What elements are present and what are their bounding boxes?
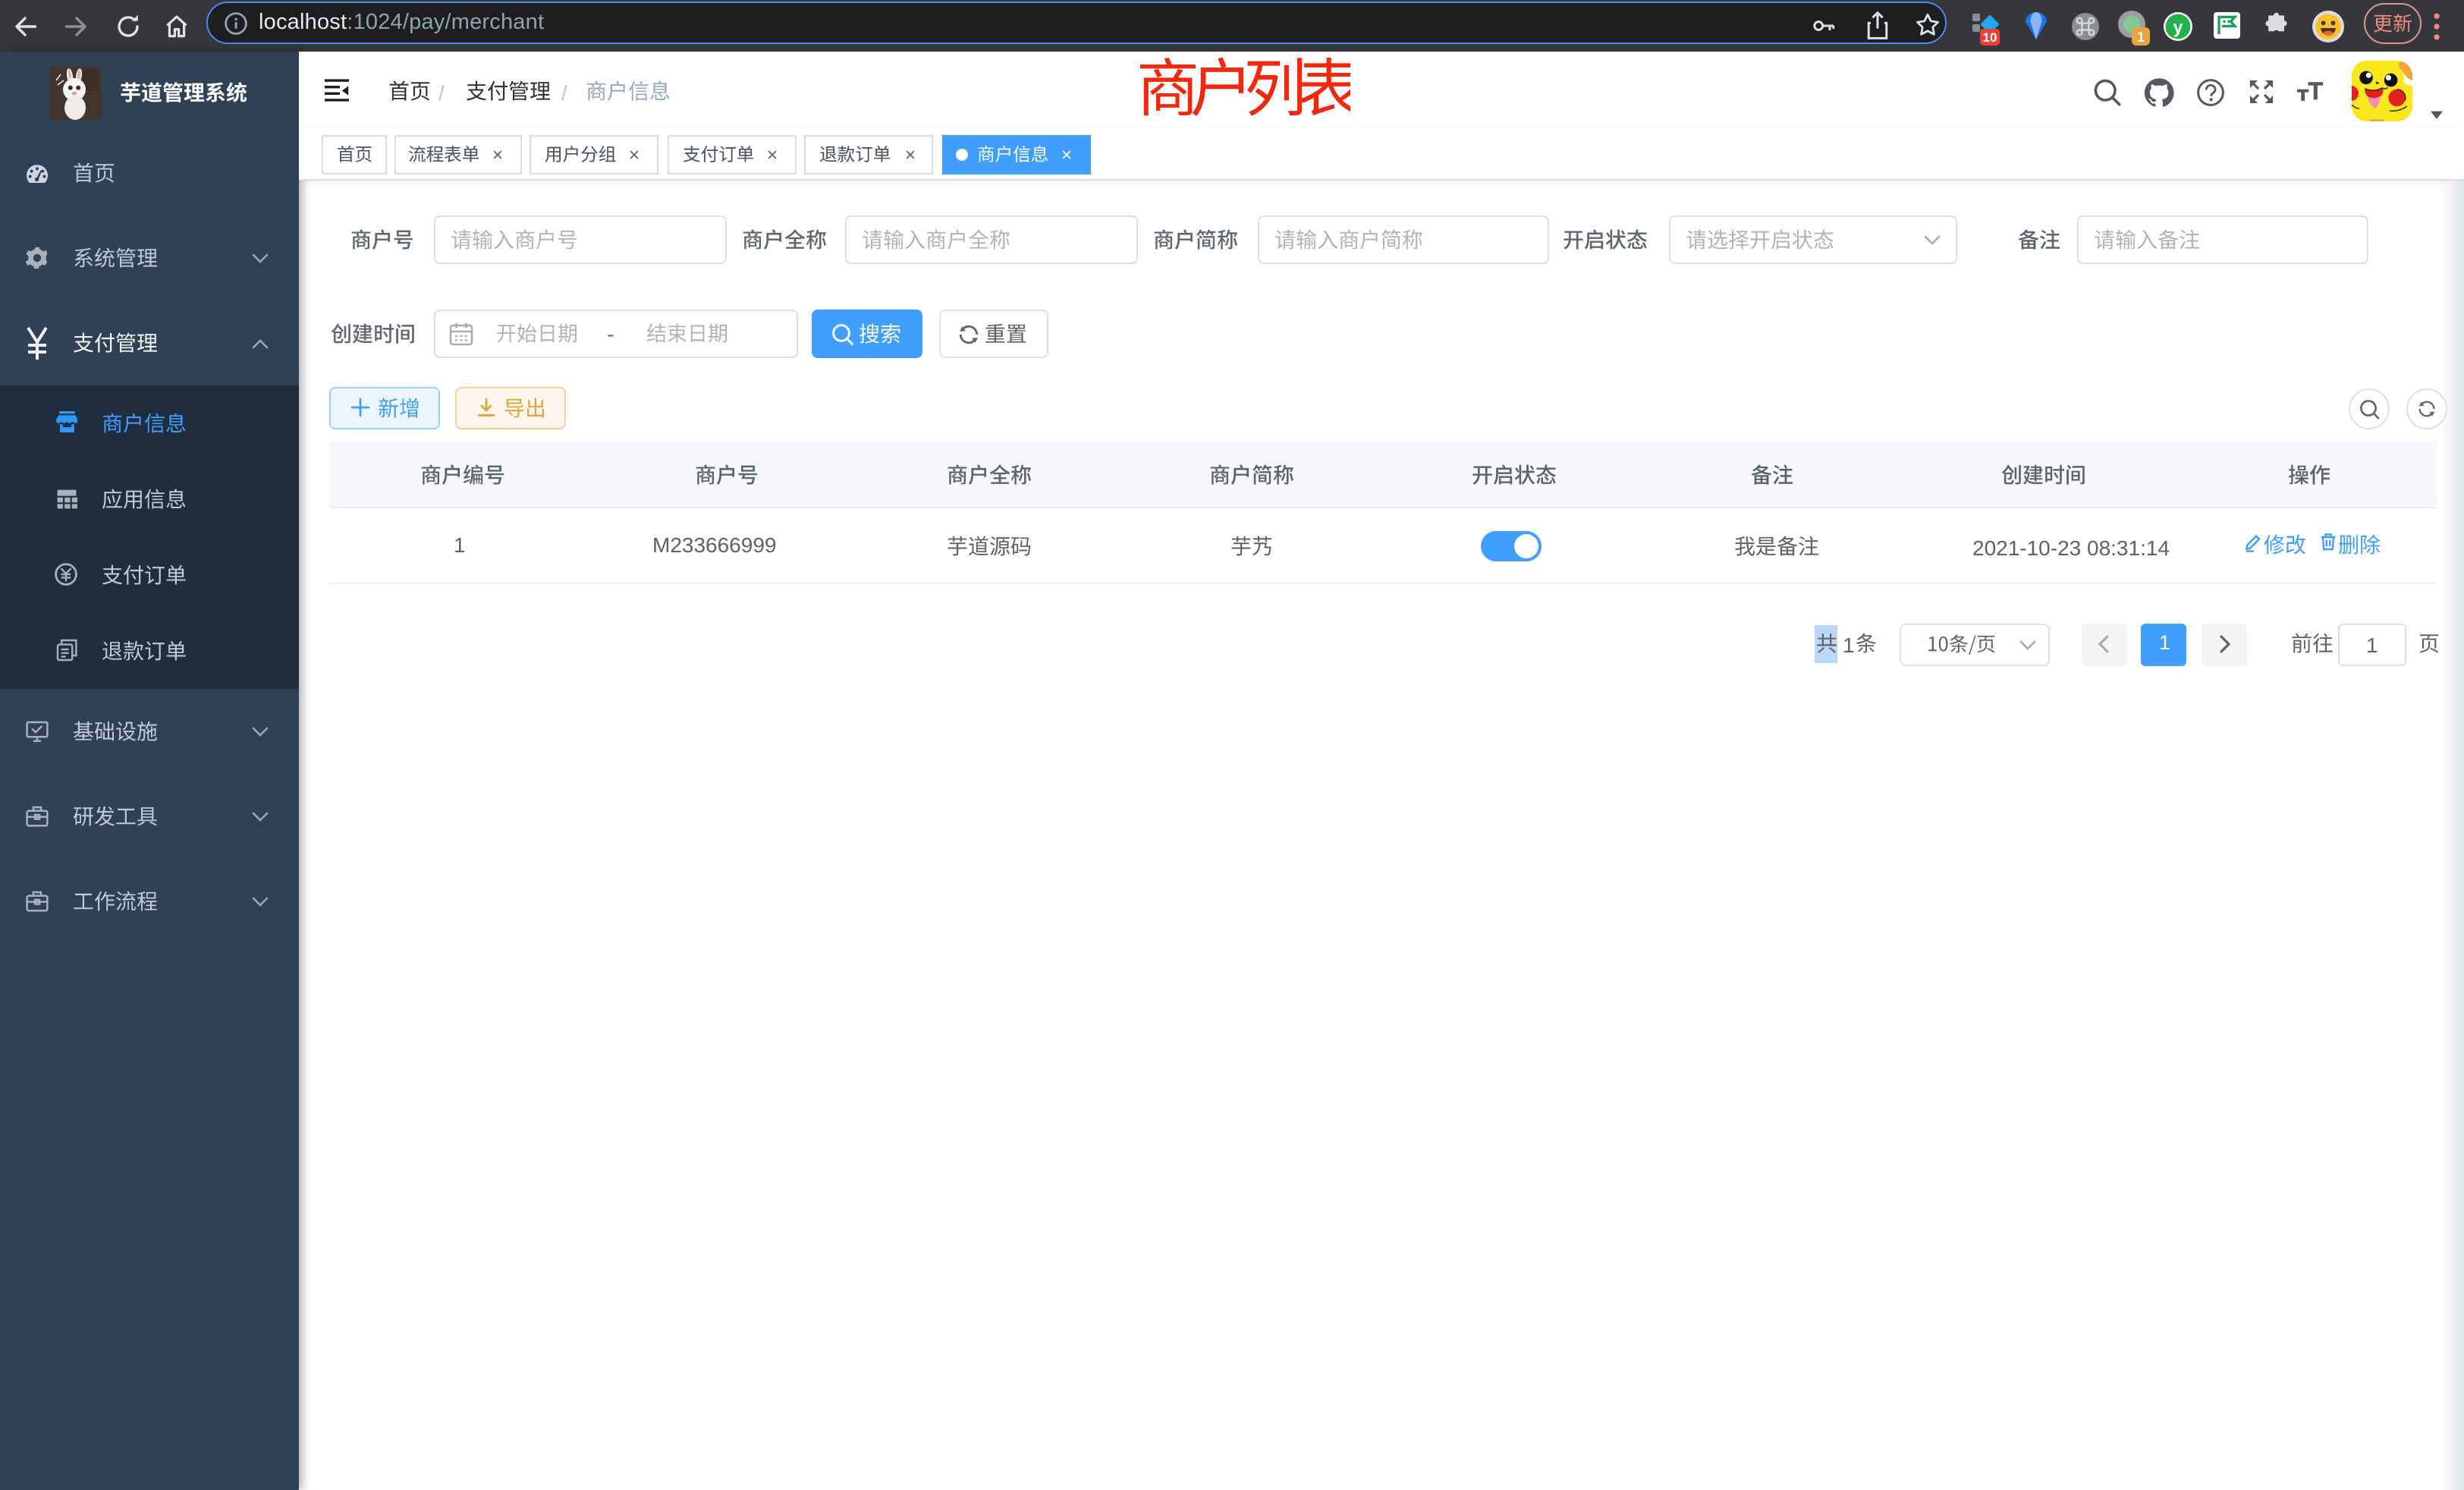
svg-text:10: 10 bbox=[1983, 30, 1997, 45]
svg-text:y: y bbox=[2173, 17, 2183, 36]
svg-text:1: 1 bbox=[2137, 30, 2145, 45]
